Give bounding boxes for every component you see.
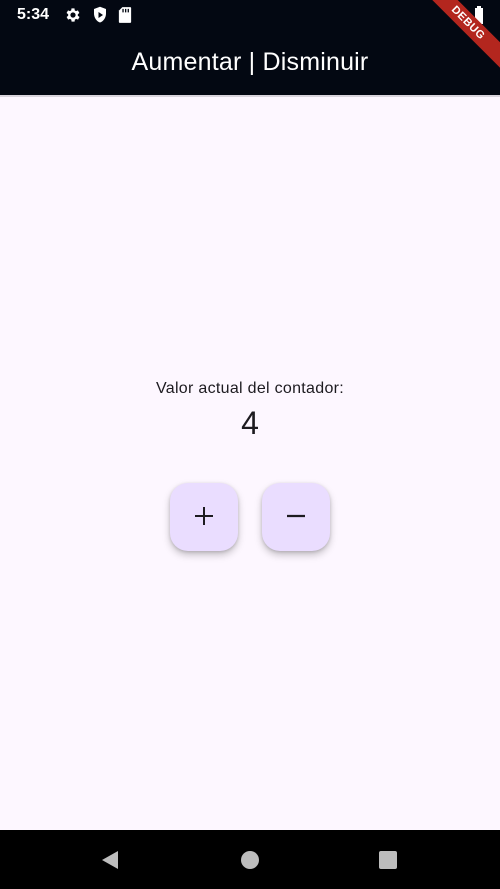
status-time: 5:34 [17,6,50,23]
status-bar: 5:34 [0,0,500,30]
navigation-bar [0,830,500,889]
recents-icon[interactable] [376,848,400,872]
app-title: Aumentar | Disminuir [131,48,369,76]
sd-card-icon [118,6,132,29]
decrement-button[interactable] [262,483,330,551]
main-content: Valor actual del contador: 4 [0,97,500,830]
counter-label: Valor actual del contador: [155,380,345,397]
minus-icon [285,505,307,530]
home-icon[interactable] [238,848,262,872]
plus-icon [193,505,215,530]
back-icon[interactable] [98,848,122,872]
shield-play-icon [92,6,108,29]
counter-value: 4 [241,405,259,441]
settings-icon [64,6,82,29]
status-icons-left [64,6,132,29]
increment-button[interactable] [170,483,238,551]
app-bar: Aumentar | Disminuir [0,30,500,95]
